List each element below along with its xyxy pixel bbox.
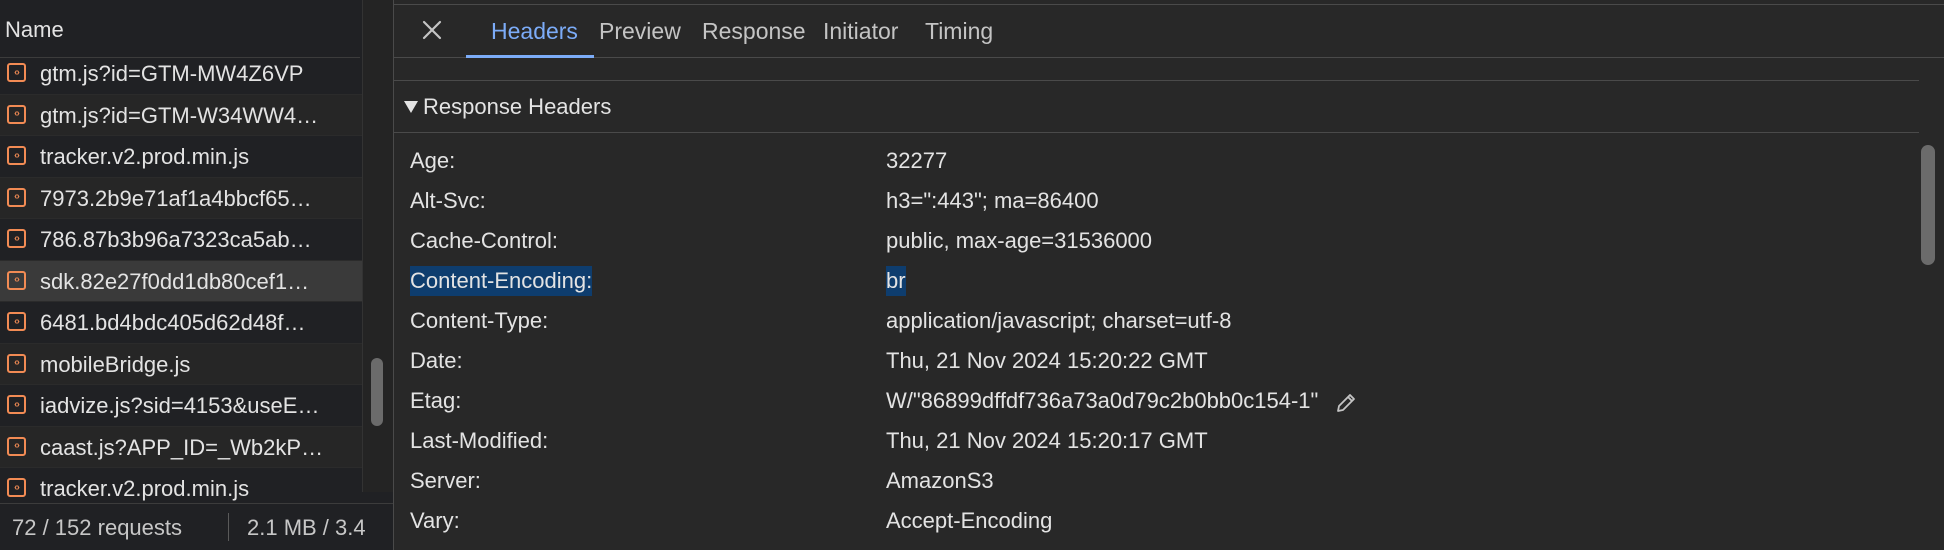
header-name: Alt-Svc: xyxy=(410,188,486,213)
script-file-icon: ‹› xyxy=(7,270,26,290)
section-divider xyxy=(394,132,1919,133)
request-name: 7973.2b9e71af1a4bbcf65… xyxy=(40,185,312,211)
request-row[interactable]: ‹› sdk.82e27f0dd1db80cef1… xyxy=(0,260,362,302)
header-value: Thu, 21 Nov 2024 15:20:17 GMT xyxy=(886,428,1208,453)
header-row: Age: 32277 xyxy=(394,142,1919,182)
script-file-icon: ‹› xyxy=(7,104,26,124)
transfer-size: 2.1 MB / 3.4 xyxy=(247,515,366,540)
response-headers-toggle[interactable]: Response Headers xyxy=(394,82,1919,132)
request-row[interactable]: ‹› tracker.v2.prod.min.js xyxy=(0,136,362,178)
request-name: gtm.js?id=GTM-W34WW4… xyxy=(40,102,319,128)
request-count: 72 / 152 requests xyxy=(12,515,183,540)
script-file-icon: ‹› xyxy=(7,395,26,414)
request-name: tracker.v2.prod.min.js xyxy=(40,144,250,169)
request-name: sdk.82e27f0dd1db80cef1… xyxy=(40,268,310,294)
tab-headers[interactable]: Headers xyxy=(491,18,578,45)
name-column-label: Name xyxy=(5,17,64,42)
script-file-icon: ‹› xyxy=(7,436,26,456)
header-name: Content-Encoding: xyxy=(410,266,593,296)
request-name: tracker.v2.prod.min.js xyxy=(40,476,250,501)
details-tabbar: Headers Preview Response Initiator Timin… xyxy=(394,4,1944,58)
tab-response[interactable]: Response xyxy=(702,18,806,45)
header-value: Thu, 21 Nov 2024 15:20:22 GMT xyxy=(886,348,1208,373)
header-value: br xyxy=(886,266,906,296)
tab-timing[interactable]: Timing xyxy=(925,18,993,45)
header-row: Cache-Control: public, max-age=31536000 xyxy=(394,222,1919,262)
section-divider xyxy=(394,80,1919,81)
request-row[interactable]: ‹› 6481.bd4bdc405d62d48f… xyxy=(0,302,362,344)
header-name: Cache-Control: xyxy=(410,228,558,253)
request-name: mobileBridge.js xyxy=(40,351,191,377)
section-title: Response Headers xyxy=(423,94,612,119)
script-file-icon: ‹› xyxy=(7,63,26,82)
script-file-icon: ‹› xyxy=(7,478,26,497)
request-row[interactable]: ‹› caast.js?APP_ID=_Wb2kP… xyxy=(0,426,362,468)
status-divider xyxy=(228,513,229,541)
header-value: 32277 xyxy=(886,148,948,173)
request-row[interactable]: ‹› gtm.js?id=GTM-W34WW4… xyxy=(0,94,362,136)
header-row: Last-Modified: Thu, 21 Nov 2024 15:20:17 … xyxy=(394,422,1919,462)
header-name: Content-Type: xyxy=(410,308,549,333)
header-name: Vary: xyxy=(410,508,460,533)
header-row: Server: AmazonS3 xyxy=(394,462,1919,502)
script-file-icon: ‹› xyxy=(7,187,26,207)
header-value: public, max-age=31536000 xyxy=(886,228,1153,253)
header-row: Content-Type: application/javascript; cha… xyxy=(394,302,1919,342)
name-column-header[interactable]: Name xyxy=(0,0,360,58)
header-row: Alt-Svc: h3=":443"; ma=86400 xyxy=(394,182,1919,222)
triangle-down-icon xyxy=(404,101,418,113)
header-value: h3=":443"; ma=86400 xyxy=(886,188,1099,213)
request-row[interactable]: ‹› iadvize.js?sid=4153&useE… xyxy=(0,385,362,427)
tab-initiator[interactable]: Initiator xyxy=(823,18,898,45)
request-name: iadvize.js?sid=4153&useE… xyxy=(40,393,320,418)
request-list-pane: Name ‹› gtm.js?id=GTM-MW4Z6VP ‹› gtm.js?id=… xyxy=(0,0,393,550)
request-name: 6481.bd4bdc405d62d48f… xyxy=(40,310,306,335)
request-list-scrollbar[interactable] xyxy=(362,0,393,492)
header-row: Etag: W/"86899dffdf736a73a0d79c2b0bb0c154… xyxy=(394,382,1919,422)
header-value: Accept-Encoding xyxy=(886,508,1053,533)
header-name: Age: xyxy=(410,148,456,173)
request-list: ‹› gtm.js?id=GTM-MW4Z6VP ‹› gtm.js?id=GTM-W… xyxy=(0,53,362,510)
request-name: 786.87b3b96a7323ca5ab… xyxy=(40,227,312,252)
request-row[interactable]: ‹› mobileBridge.js xyxy=(0,343,362,385)
network-status-bar: 72 / 152 requests 2.1 MB / 3.4 xyxy=(0,503,393,550)
request-row[interactable]: ‹› 7973.2b9e71af1a4bbcf65… xyxy=(0,177,362,219)
request-name: caast.js?APP_ID=_Wb2kP… xyxy=(40,434,324,460)
close-icon[interactable] xyxy=(418,16,446,44)
request-row[interactable]: ‹› gtm.js?id=GTM-MW4Z6VP xyxy=(0,53,362,95)
response-headers-list: Age: 32277 Alt-Svc: h3=":443"; ma=86400 Cach… xyxy=(394,142,1919,542)
header-value: W/"86899dffdf736a73a0d79c2b0bb0c154-1" xyxy=(886,388,1319,413)
script-file-icon: ‹› xyxy=(7,146,26,165)
header-row: Vary: Accept-Encoding xyxy=(394,502,1919,542)
header-row: Content-Encoding: br xyxy=(394,262,1919,302)
header-value: application/javascript; charset=utf-8 xyxy=(886,308,1232,333)
header-name: Server: xyxy=(410,468,481,493)
pencil-icon[interactable] xyxy=(1334,391,1358,415)
header-row: Date: Thu, 21 Nov 2024 15:20:22 GMT xyxy=(394,342,1919,382)
script-file-icon: ‹› xyxy=(7,353,26,373)
request-list-scrollbar-thumb[interactable] xyxy=(371,358,383,426)
script-file-icon: ‹› xyxy=(7,312,26,331)
request-row[interactable]: ‹› 786.87b3b96a7323ca5ab… xyxy=(0,219,362,261)
header-name: Etag: xyxy=(410,388,462,413)
request-name: gtm.js?id=GTM-MW4Z6VP xyxy=(40,61,304,86)
header-value: AmazonS3 xyxy=(886,468,994,493)
tab-preview[interactable]: Preview xyxy=(599,18,681,45)
request-details-pane: Headers Preview Response Initiator Timin… xyxy=(394,0,1944,550)
header-name: Date: xyxy=(410,348,463,373)
details-scrollbar-thumb[interactable] xyxy=(1921,145,1935,265)
active-tab-indicator xyxy=(466,55,594,58)
script-file-icon: ‹› xyxy=(7,229,26,248)
header-name: Last-Modified: xyxy=(410,428,549,453)
